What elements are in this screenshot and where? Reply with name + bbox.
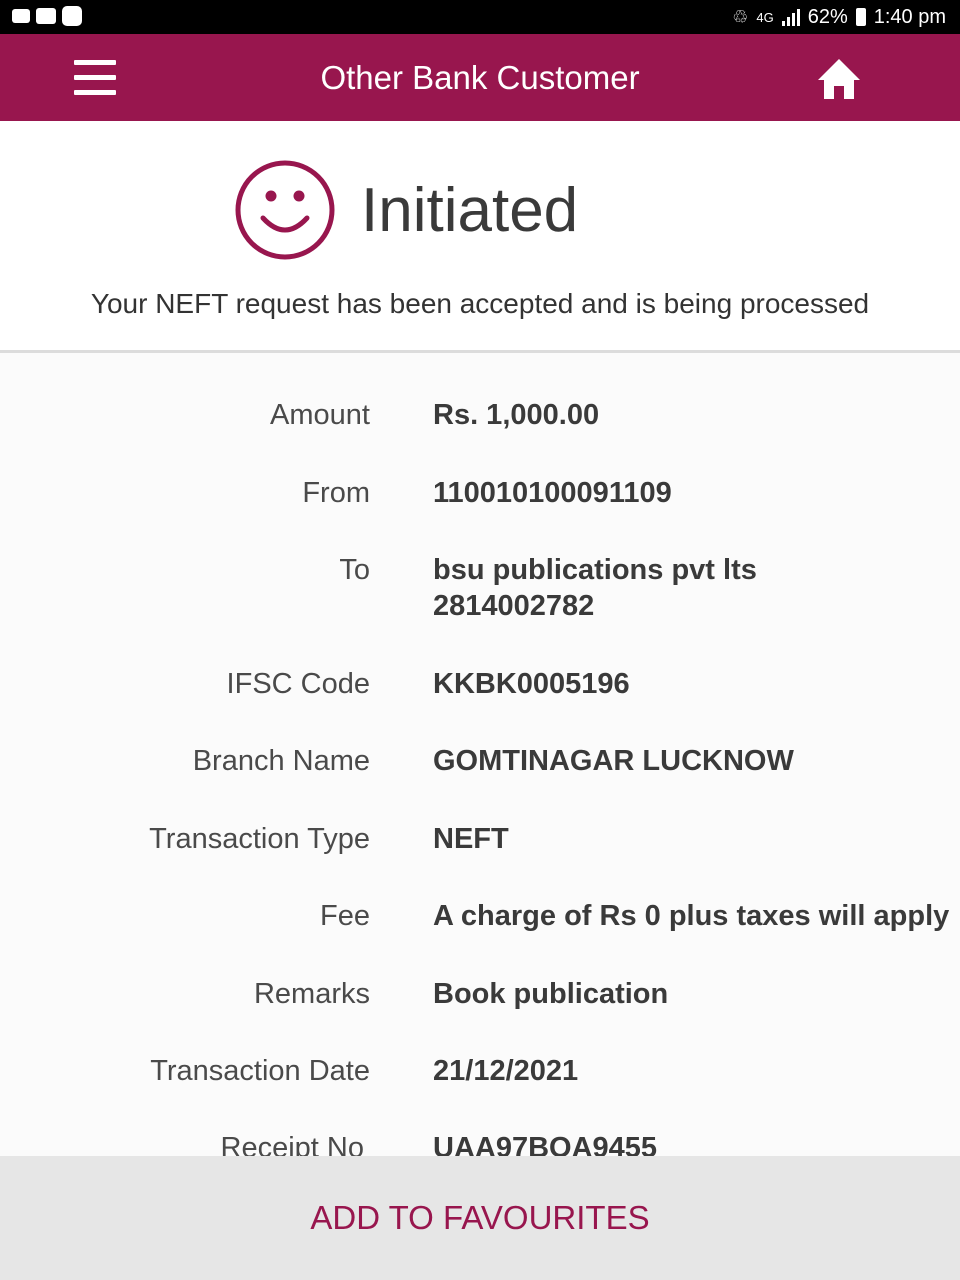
detail-label: IFSC Code [226, 668, 370, 700]
detail-label: Transaction Type [149, 823, 370, 855]
detail-value: NEFT [433, 823, 509, 855]
app-header: Other Bank Customer [0, 34, 960, 121]
detail-value-account: 2814002782 [433, 590, 595, 622]
detail-label: Branch Name [192, 745, 370, 777]
clock: 1:40 pm [873, 5, 946, 28]
detail-label: Remarks [253, 978, 370, 1010]
detail-label: To [339, 554, 370, 586]
detail-value: A charge of Rs 0 plus taxes will apply [433, 900, 950, 932]
status-section: Initiated Your NEFT request has been acc… [0, 121, 960, 351]
transaction-details: Amount Rs. 1,000.00 From 110010100091109… [0, 353, 960, 1156]
detail-label: Receipt No [220, 1132, 364, 1156]
home-icon[interactable] [816, 56, 862, 102]
detail-value: UAA97BQA9455 [433, 1132, 658, 1156]
network-type: 4G [756, 9, 774, 25]
battery-percent: 62% [807, 5, 848, 28]
detail-label: From [302, 477, 370, 509]
detail-label: Fee [320, 900, 370, 932]
recycle-icon: ♲ [732, 6, 749, 27]
notification-icon [36, 8, 56, 24]
detail-value: GOMTINAGAR LUCKNOW [433, 745, 794, 777]
system-icons: ♲ 4G 62% 1:40 pm [732, 0, 946, 34]
detail-value: bsu publications pvt lts [433, 554, 757, 586]
status-bar: ♲ 4G 62% 1:40 pm [0, 0, 960, 34]
detail-value: 21/12/2021 [433, 1055, 579, 1087]
add-to-favourites-button[interactable]: ADD TO FAVOURITES [0, 1198, 960, 1238]
detail-value: 110010100091109 [433, 477, 672, 509]
status-title: Initiated [361, 176, 579, 245]
detail-value: Rs. 1,000.00 [433, 399, 600, 431]
status-message: Your NEFT request has been accepted and … [90, 288, 870, 319]
app-icon [62, 6, 82, 26]
battery-icon [855, 8, 866, 26]
notification-icons [12, 6, 82, 26]
smiley-icon [233, 158, 337, 262]
detail-label: Transaction Date [150, 1055, 370, 1087]
detail-value: Book publication [433, 978, 669, 1010]
detail-value: KKBK0005196 [433, 668, 630, 700]
signal-icon [781, 8, 800, 26]
bottom-action-bar: ADD TO FAVOURITES [0, 1156, 960, 1280]
message-icon [12, 9, 30, 23]
detail-label: Amount [270, 399, 370, 431]
